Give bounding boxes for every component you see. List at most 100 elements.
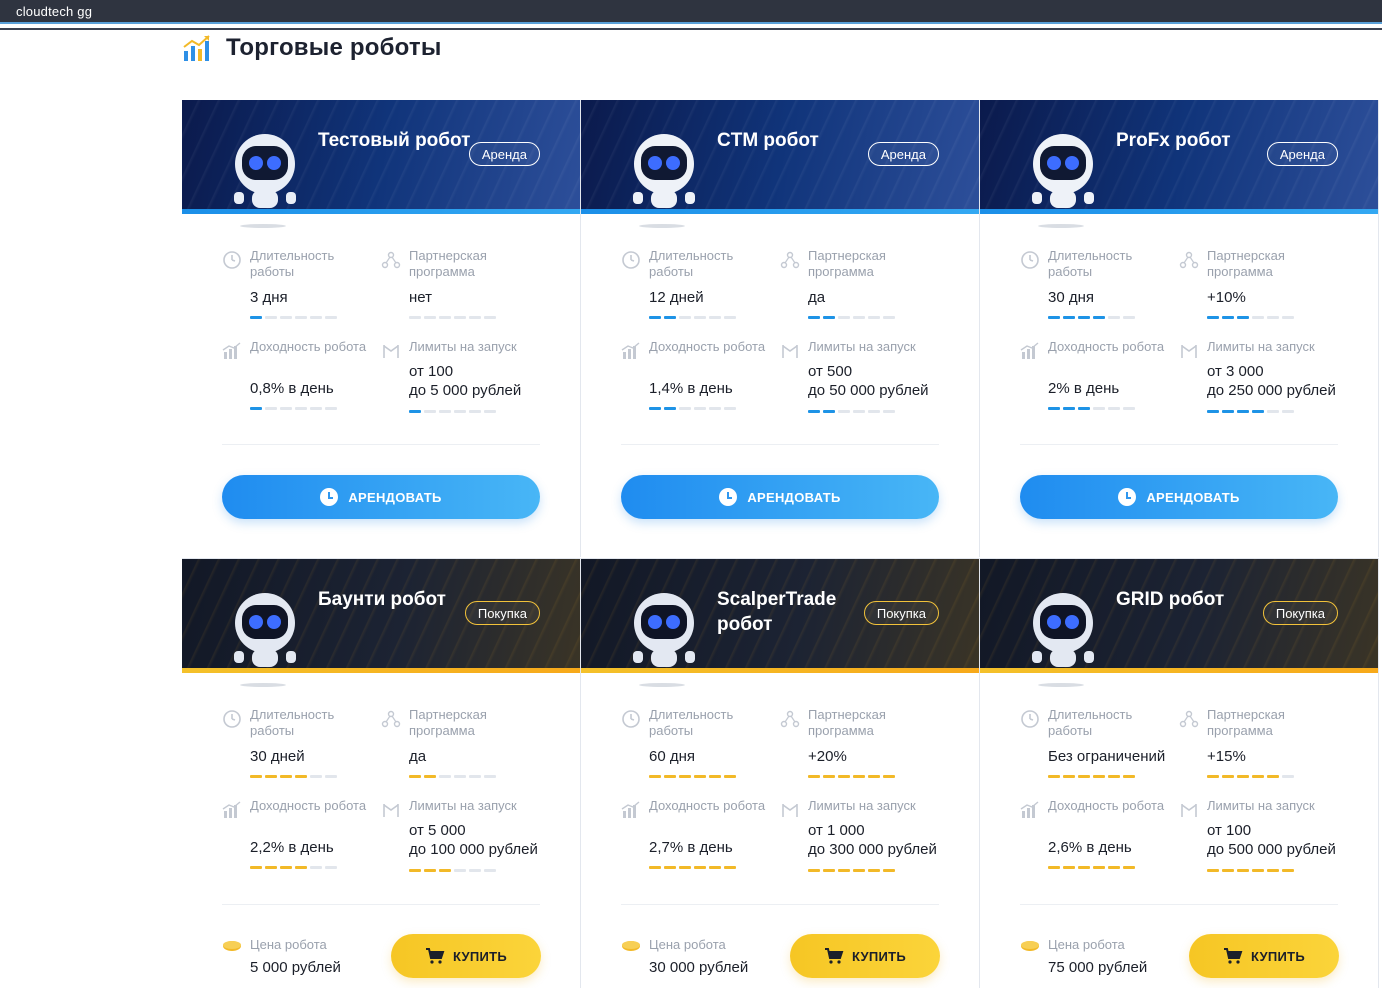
price-label: Цена робота (649, 937, 726, 952)
coin-icon (222, 939, 242, 951)
robot-banner: ProFx робот Аренда (980, 100, 1378, 214)
stat-label: Доходность робота (1048, 339, 1165, 354)
limits-icon (381, 800, 401, 820)
level-bar (1207, 410, 1294, 413)
stat-value: до 5 000 рублей (409, 382, 522, 399)
card-divider (1020, 444, 1338, 445)
stat-value: 12 дней (649, 289, 704, 306)
rent-button-label: АРЕНДОВАТЬ (348, 489, 442, 505)
clock-icon (1020, 709, 1040, 729)
robot-banner: Баунти робот Покупка (182, 559, 580, 673)
cart-icon (425, 948, 445, 964)
robot-name: ProFx робот (1116, 130, 1231, 151)
rent-button[interactable]: АРЕНДОВАТЬ (621, 475, 939, 519)
stat-value: от 5 000 (409, 822, 466, 839)
robot-icon (222, 116, 308, 214)
stat-label: Партнерская программа (1207, 248, 1285, 279)
robot-mode-badge: Покупка (464, 601, 540, 625)
price-value: 75 000 рублей (1048, 959, 1148, 976)
stat-label: Лимиты на запуск (1207, 798, 1315, 813)
stat-value: от 3 000 (1207, 363, 1264, 380)
level-bar (649, 866, 736, 869)
stat-value: от 100 (1207, 822, 1252, 839)
clock-icon (621, 250, 641, 270)
buy-button[interactable]: КУПИТЬ (790, 934, 940, 978)
level-bar (1048, 775, 1135, 778)
stat-label: Лимиты на запуск (409, 339, 517, 354)
robot-mode-badge: Покупка (1262, 601, 1338, 625)
stat-value: 3 дня (250, 289, 288, 306)
buy-button[interactable]: КУПИТЬ (391, 934, 541, 978)
stat-value: 2,2% в день (250, 839, 334, 856)
stat-value: +15% (1207, 748, 1246, 765)
banner-accent-line (182, 668, 580, 673)
clock-icon (1118, 488, 1137, 506)
robot-shadow (240, 683, 286, 687)
level-bar (808, 775, 895, 778)
buy-button[interactable]: КУПИТЬ (1189, 934, 1339, 978)
robot-banner: GRID робот Покупка (980, 559, 1378, 673)
partner-network-icon (780, 709, 800, 729)
robot-mode-badge: Аренда (867, 142, 939, 166)
partner-network-icon (1179, 250, 1199, 270)
rent-button[interactable]: АРЕНДОВАТЬ (1020, 475, 1338, 519)
stat-label: Лимиты на запуск (808, 798, 916, 813)
rent-button[interactable]: АРЕНДОВАТЬ (222, 475, 540, 519)
growth-chart-icon (222, 800, 242, 820)
level-bar (649, 407, 736, 410)
price-label: Цена робота (1048, 937, 1125, 952)
banner-accent-line (581, 209, 979, 214)
stat-value: Без ограничений (1048, 748, 1166, 765)
robot-name: Баунти робот (318, 589, 446, 610)
stat-label: Длительность работы (1048, 707, 1133, 738)
level-bar (808, 869, 895, 872)
robot-shadow (639, 683, 685, 687)
buy-button-label: КУПИТЬ (851, 948, 907, 964)
robot-card: GRID робот Покупка Длительность работы Б… (980, 558, 1379, 988)
price-label: Цена робота (250, 937, 327, 952)
level-bar (808, 316, 895, 319)
partner-network-icon (381, 709, 401, 729)
stat-value: 60 дня (649, 748, 696, 765)
stat-value: от 100 (409, 363, 454, 380)
robot-shadow (240, 224, 286, 228)
stat-label: Длительность работы (250, 248, 335, 279)
robot-card: ProFx робот Аренда Длительность работы 3… (980, 100, 1379, 557)
growth-chart-icon (621, 800, 641, 820)
banner-accent-line (581, 668, 979, 673)
level-bar (250, 407, 337, 410)
level-bar (250, 775, 337, 778)
page-title: Торговые роботы (226, 34, 442, 61)
stat-value: +10% (1207, 289, 1246, 306)
stat-label: Доходность робота (649, 339, 766, 354)
price-value: 5 000 рублей (250, 959, 341, 976)
limits-icon (780, 800, 800, 820)
level-bar (409, 316, 496, 319)
stat-value: 0,8% в день (250, 380, 334, 397)
titlebar-divider (0, 28, 1382, 30)
card-divider (222, 444, 540, 445)
level-bar (250, 866, 337, 869)
stat-value: 2% в день (1048, 380, 1120, 397)
robot-card: Тестовый робот Аренда Длительность работ… (182, 100, 581, 557)
stat-label: Лимиты на запуск (1207, 339, 1315, 354)
stat-value: да (409, 748, 427, 765)
stat-value: до 50 000 рублей (808, 382, 929, 399)
level-bar (1048, 407, 1135, 410)
stat-label: Доходность робота (649, 798, 766, 813)
stat-value: до 100 000 рублей (409, 841, 538, 858)
robot-mode-badge: Покупка (863, 601, 939, 625)
robot-icon (222, 575, 308, 673)
level-bar (409, 869, 496, 872)
stat-label: Лимиты на запуск (808, 339, 916, 354)
stat-value: 2,7% в день (649, 839, 733, 856)
robot-shadow (1038, 683, 1084, 687)
stat-value: от 500 (808, 363, 853, 380)
stat-value: +20% (808, 748, 847, 765)
coin-icon (1020, 939, 1040, 951)
level-bar (250, 316, 337, 319)
robot-mode-badge: Аренда (1266, 142, 1338, 166)
stat-label: Партнерская программа (409, 707, 487, 738)
level-bar (1048, 316, 1135, 319)
level-bar (409, 775, 496, 778)
